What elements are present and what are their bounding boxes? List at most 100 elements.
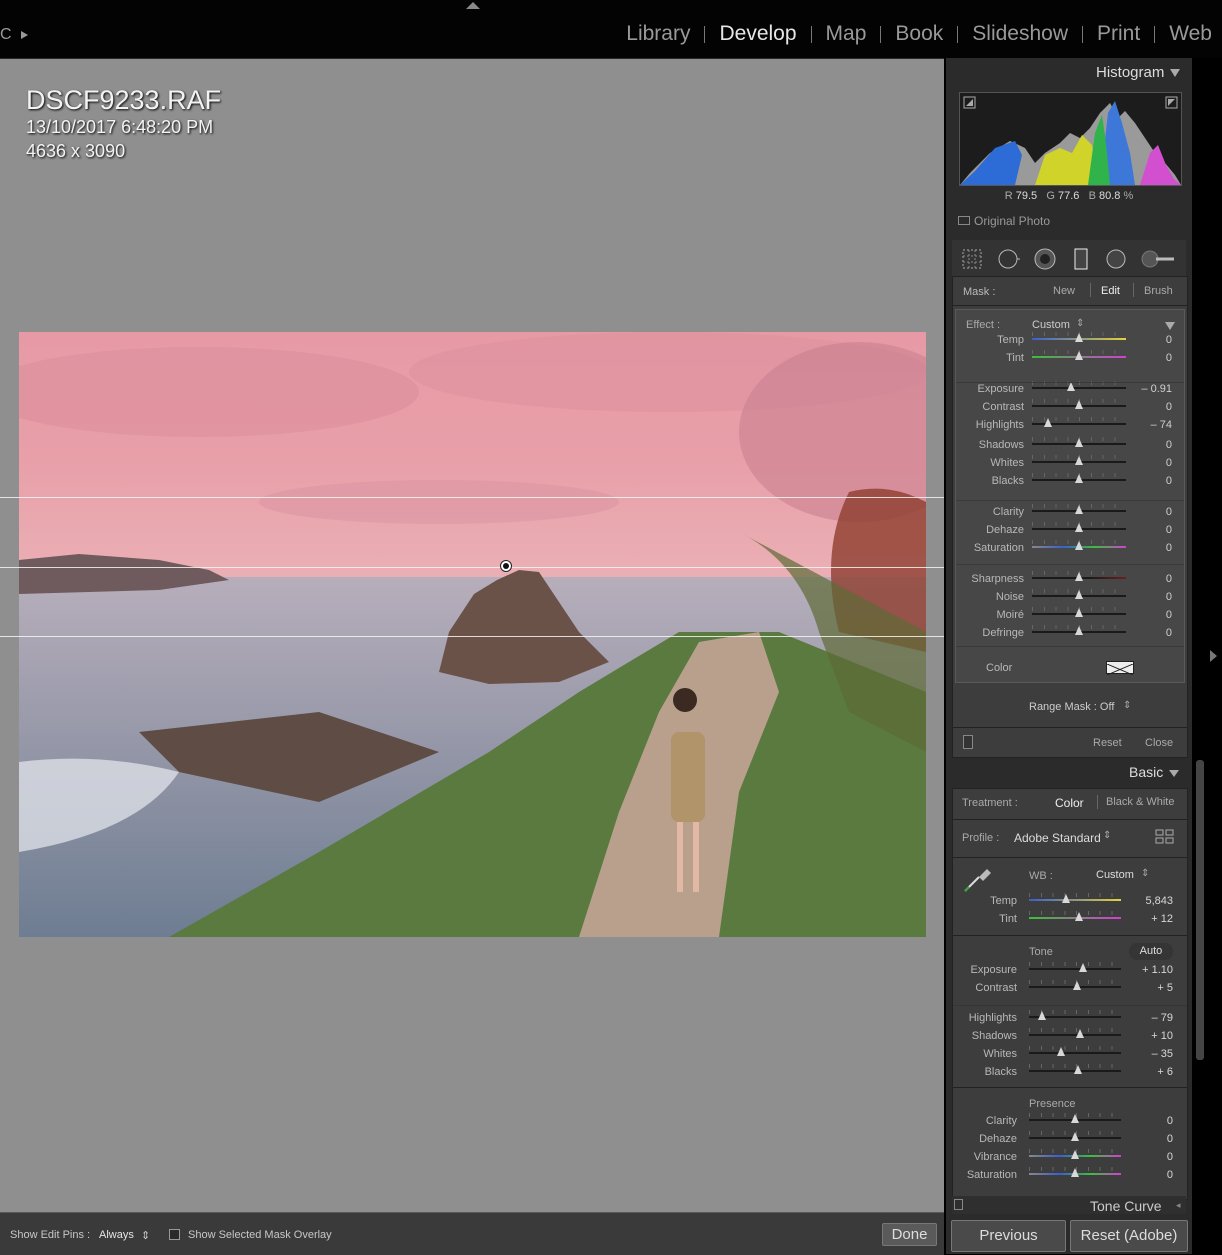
slider-thumb[interactable] [1075,456,1083,465]
collapse-triangle-icon[interactable] [1169,770,1180,777]
slider-value[interactable]: 0 [1166,524,1172,536]
gradient-guide-center[interactable] [0,567,944,568]
slider-highlights[interactable]: Highlights – 79 [953,1010,1187,1028]
slider-vibrance[interactable]: Vibrance 0 [953,1149,1187,1167]
slider-thumb[interactable] [1043,418,1052,427]
slider-value[interactable]: + 1.10 [1142,964,1173,976]
slider-shadows[interactable]: Shadows + 10 [953,1028,1187,1046]
slider-thumb[interactable] [1066,382,1075,391]
slider-value[interactable]: – 35 [1152,1048,1173,1060]
slider-track[interactable] [1032,387,1126,389]
slider-thumb[interactable] [1037,1011,1046,1020]
slider-noise[interactable]: Noise 0 [956,589,1184,607]
collapse-triangle-icon[interactable] [1170,69,1181,77]
treatment-color[interactable]: Color [1055,796,1084,810]
mask-brush[interactable]: Brush [1144,285,1173,297]
mask-overlay-checkbox[interactable] [169,1229,180,1240]
slider-thumb[interactable] [1075,333,1083,342]
edit-pin-icon[interactable] [500,560,512,572]
slider-dehaze[interactable]: Dehaze 0 [956,522,1184,540]
photo-preview[interactable] [19,332,926,937]
slider-thumb[interactable] [1073,1065,1082,1074]
wb-select[interactable]: Custom [1096,869,1134,881]
slider-value[interactable]: 0 [1166,439,1172,451]
slider-thumb[interactable] [1079,963,1088,972]
color-swatch[interactable] [1106,661,1134,676]
slider-thumb[interactable] [1075,438,1083,447]
slider-value[interactable]: 0 [1166,542,1172,554]
slider-value[interactable]: 0 [1166,457,1172,469]
slider-value[interactable]: + 10 [1151,1030,1173,1042]
reset-button[interactable]: Reset (Adobe) [1070,1220,1188,1252]
slider-value[interactable]: 0 [1166,334,1172,346]
slider-contrast[interactable]: Contrast + 5 [953,980,1187,998]
slider-value[interactable]: 0 [1167,1169,1173,1181]
mask-enable-switch[interactable] [963,735,973,749]
slider-whites[interactable]: Whites – 35 [953,1046,1187,1064]
slider-thumb[interactable] [1071,1150,1079,1159]
adjustment-brush-icon[interactable] [1140,248,1176,270]
module-web[interactable]: Web [1169,22,1212,46]
edit-pins-select[interactable]: Always [99,1229,134,1241]
graduated-filter-icon[interactable] [1070,248,1092,270]
slider-thumb[interactable] [1075,572,1083,581]
slider-value[interactable]: 0 [1166,475,1172,487]
slider-saturation[interactable]: Saturation 0 [956,540,1184,558]
collapse-triangle-icon[interactable]: ◂ [1176,1200,1181,1211]
done-button[interactable]: Done [882,1223,937,1246]
slider-value[interactable]: 0 [1166,352,1172,364]
crop-overlay-icon[interactable] [961,248,983,270]
slider-thumb[interactable] [1075,590,1083,599]
slider-moir[interactable]: Moiré 0 [956,607,1184,625]
slider-value[interactable]: + 12 [1151,913,1173,925]
play-icon[interactable] [21,31,28,39]
mask-new[interactable]: New [1053,285,1075,297]
slider-sharpness[interactable]: Sharpness 0 [956,571,1184,589]
slider-exposure[interactable]: Exposure + 1.10 [953,962,1187,980]
profile-browser-icon[interactable] [1155,829,1175,845]
radial-filter-icon[interactable] [1105,248,1127,270]
slider-track[interactable] [1029,1052,1121,1054]
collapse-triangle-icon[interactable] [1165,322,1175,330]
original-photo[interactable]: Original Photo [958,214,1050,228]
spot-removal-icon[interactable] [998,248,1020,270]
module-slideshow[interactable]: Slideshow [972,22,1068,46]
slider-value[interactable]: 0 [1166,506,1172,518]
mask-edit[interactable]: Edit [1101,285,1120,297]
slider-exposure[interactable]: Exposure – 0.91 [956,381,1184,399]
slider-clarity[interactable]: Clarity 0 [953,1113,1187,1131]
slider-value[interactable]: + 6 [1157,1066,1173,1078]
slider-shadows[interactable]: Shadows 0 [956,437,1184,455]
slider-thumb[interactable] [1075,505,1083,514]
slider-value[interactable]: 0 [1166,591,1172,603]
module-book[interactable]: Book [895,22,943,46]
slider-value[interactable]: 0 [1166,609,1172,621]
auto-button[interactable]: Auto [1129,943,1173,960]
slider-value[interactable]: – 79 [1152,1012,1173,1024]
slider-whites[interactable]: Whites 0 [956,455,1184,473]
slider-value[interactable]: 0 [1167,1133,1173,1145]
effect-select[interactable]: Custom [1032,319,1070,331]
slider-thumb[interactable] [1072,981,1081,990]
slider-value[interactable]: – 74 [1151,419,1172,431]
slider-value[interactable]: 0 [1166,401,1172,413]
slider-thumb[interactable] [1075,351,1083,360]
slider-temp[interactable]: Temp 5,843 [953,893,1187,911]
slider-thumb[interactable] [1075,626,1083,635]
slider-blacks[interactable]: Blacks 0 [956,473,1184,491]
collapse-top-panel-icon[interactable] [466,2,480,9]
red-eye-icon[interactable] [1034,248,1056,270]
gradient-guide-bottom[interactable] [0,636,944,637]
slider-thumb[interactable] [1071,1168,1079,1177]
profile-select[interactable]: Adobe Standard [1014,831,1101,845]
mask-reset-button[interactable]: Reset [1093,737,1122,749]
slider-value[interactable]: 0 [1166,627,1172,639]
slider-blacks[interactable]: Blacks + 6 [953,1064,1187,1082]
slider-tint[interactable]: Tint 0 [956,350,1184,368]
basic-header[interactable]: Basic [1129,764,1180,780]
module-print[interactable]: Print [1097,22,1140,46]
slider-value[interactable]: 0 [1166,573,1172,585]
slider-temp[interactable]: Temp 0 [956,332,1184,350]
slider-thumb[interactable] [1075,474,1083,483]
slider-thumb[interactable] [1071,1114,1079,1123]
